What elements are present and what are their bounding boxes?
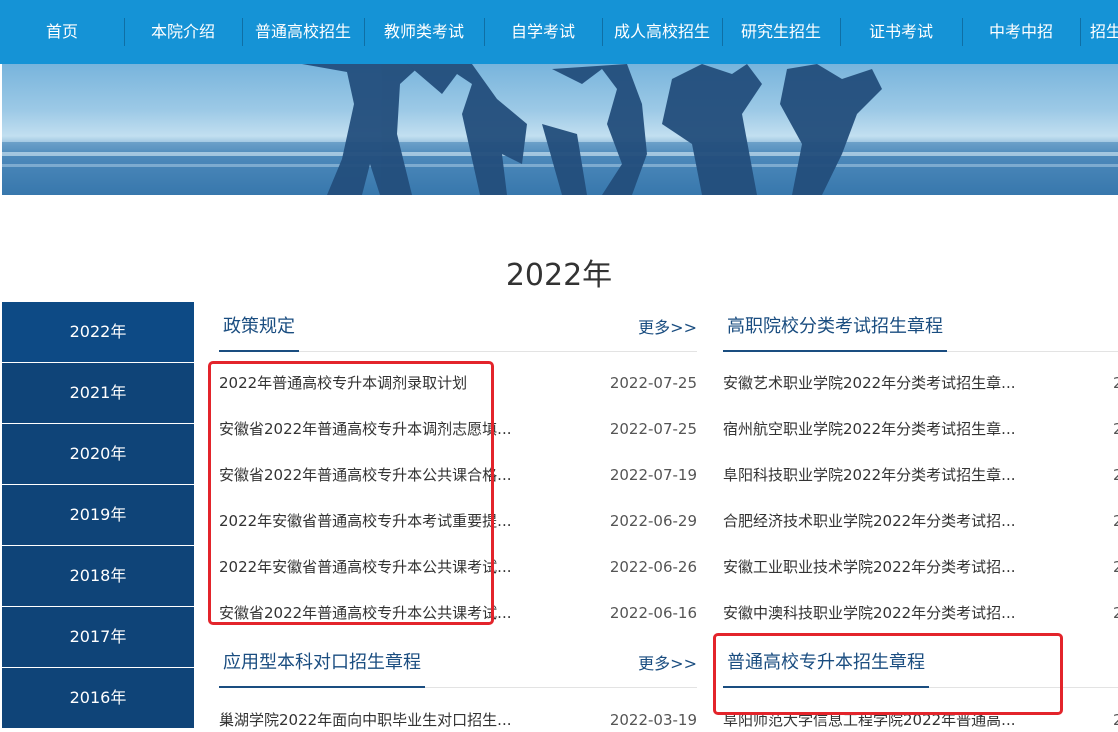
list-item-date: 2022-07-19 [609, 466, 697, 484]
graduates-silhouette-image [2, 64, 1118, 195]
applied-section-header: 应用型本科对口招生章程 更多>> [219, 638, 697, 688]
list-item-date: 2 [1113, 374, 1118, 392]
list-item-title[interactable]: 安徽艺术职业学院2022年分类考试招生章... [723, 360, 1015, 406]
list-item-title[interactable]: 阜阳科技职业学院2022年分类考试招生章... [723, 452, 1015, 498]
year-item-2017[interactable]: 2017年 [2, 607, 194, 667]
page-title: 2022年 [505, 258, 613, 293]
list-item-title[interactable]: 安徽工业职业技术学院2022年分类考试招... [723, 544, 1015, 590]
nav-adult-admission[interactable]: 成人高校招生 [602, 0, 722, 64]
list-item[interactable]: 合肥经济技术职业学院2022年分类考试招... 2 [723, 498, 1118, 544]
vocational-section-header: 高职院校分类考试招生章程 [723, 302, 1118, 352]
list-item-date: 2022-07-25 [609, 374, 697, 392]
list-item-date: 2 [1113, 558, 1118, 576]
nav-about[interactable]: 本院介绍 [124, 0, 242, 64]
list-item-date: 2022-06-26 [609, 558, 697, 576]
list-item-date: 2022-06-29 [609, 512, 697, 530]
year-item-2019[interactable]: 2019年 [2, 485, 194, 545]
nav-high-school-entrance[interactable]: 中考中招 [962, 0, 1080, 64]
policy-more-link[interactable]: 更多>> [638, 314, 697, 338]
list-item[interactable]: 安徽中澳科技职业学院2022年分类考试招... 2 [723, 590, 1118, 636]
year-item-2022[interactable]: 2022年 [2, 302, 194, 362]
nav-admission-more[interactable]: 招生 [1080, 0, 1118, 64]
year-sidebar: 2022年 2021年 2020年 2019年 2018年 2017年 2016… [2, 302, 194, 729]
highlight-box-policy-list [208, 361, 494, 625]
list-item-title[interactable]: 安徽中澳科技职业学院2022年分类考试招... [723, 590, 1015, 636]
policy-section-title[interactable]: 政策规定 [219, 312, 299, 352]
list-item-date: 2022-07-25 [609, 420, 697, 438]
nav-certificate-exam[interactable]: 证书考试 [840, 0, 962, 64]
header-banner [2, 64, 1118, 195]
list-item-date: 2022-03-19 [609, 711, 697, 729]
year-item-2020[interactable]: 2020年 [2, 424, 194, 484]
list-item[interactable]: 阜阳科技职业学院2022年分类考试招生章... 2 [723, 452, 1118, 498]
nav-teacher-exam[interactable]: 教师类考试 [364, 0, 484, 64]
nav-regular-admission[interactable]: 普通高校招生 [242, 0, 364, 64]
list-item-date: 2 [1113, 512, 1118, 530]
top-nav: 首页 本院介绍 普通高校招生 教师类考试 自学考试 成人高校招生 研究生招生 证… [0, 0, 1118, 64]
list-item[interactable]: 宿州航空职业学院2022年分类考试招生章... 2 [723, 406, 1118, 452]
list-item-date: 2 [1113, 604, 1118, 622]
applied-more-link[interactable]: 更多>> [638, 650, 697, 674]
list-item-date: 2 [1113, 420, 1118, 438]
nav-self-study-exam[interactable]: 自学考试 [484, 0, 602, 64]
list-item-title[interactable]: 宿州航空职业学院2022年分类考试招生章... [723, 406, 1015, 452]
list-item-date: 2 [1113, 466, 1118, 484]
highlight-box-upgrade-section [713, 633, 1063, 715]
policy-section-header: 政策规定 更多>> [219, 302, 697, 352]
year-item-2021[interactable]: 2021年 [2, 363, 194, 423]
nav-graduate-admission[interactable]: 研究生招生 [722, 0, 840, 64]
year-item-2018[interactable]: 2018年 [2, 546, 194, 606]
year-item-2016[interactable]: 2016年 [2, 668, 194, 728]
list-item[interactable]: 安徽艺术职业学院2022年分类考试招生章... 2 [723, 360, 1118, 406]
list-item[interactable]: 安徽工业职业技术学院2022年分类考试招... 2 [723, 544, 1118, 590]
list-item-date: 2 [1113, 711, 1118, 729]
list-item-title[interactable]: 合肥经济技术职业学院2022年分类考试招... [723, 498, 1015, 544]
vocational-section-title[interactable]: 高职院校分类考试招生章程 [723, 312, 947, 352]
list-item-title[interactable]: 巢湖学院2022年面向中职毕业生对口招生... [219, 697, 511, 732]
nav-home[interactable]: 首页 [0, 0, 124, 64]
applied-section-title[interactable]: 应用型本科对口招生章程 [219, 648, 425, 688]
list-item-date: 2022-06-16 [609, 604, 697, 622]
list-item[interactable]: 巢湖学院2022年面向中职毕业生对口招生... 2022-03-19 [219, 697, 697, 732]
